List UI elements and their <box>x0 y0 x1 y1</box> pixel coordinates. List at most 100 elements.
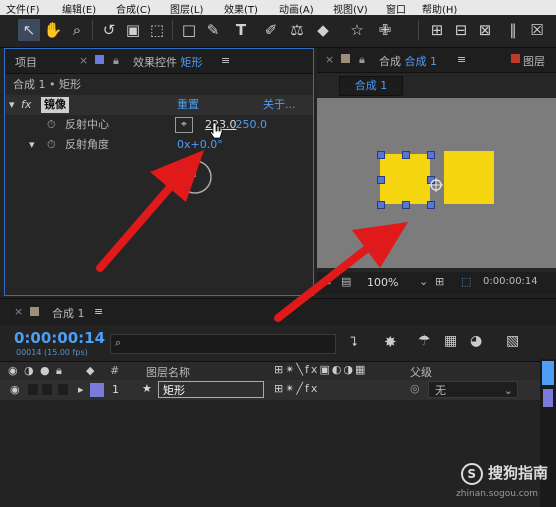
mask-visibility-icon[interactable]: ⬚ <box>461 275 471 288</box>
chevron-down-icon: ⌄ <box>503 384 513 397</box>
col-number: # <box>110 364 120 377</box>
audio-toggle[interactable] <box>28 384 38 395</box>
tab-project[interactable]: 项目 <box>15 54 37 70</box>
comp-subtab[interactable]: 合成 1 <box>339 76 403 96</box>
menu-view[interactable]: 视图(V) <box>333 1 368 16</box>
rectangle-icon[interactable]: □ <box>178 19 200 41</box>
menu-effect[interactable]: 效果(T) <box>224 1 258 16</box>
transform-handle[interactable] <box>377 151 385 159</box>
camera-icon[interactable]: ▣ <box>122 19 144 41</box>
menu-edit[interactable]: 编辑(E) <box>62 1 96 16</box>
menu-layer[interactable]: 图层(L) <box>170 1 203 16</box>
tab-effect-controls-label: 效果控件 <box>133 56 177 69</box>
transform-handle[interactable] <box>427 151 435 159</box>
parent-dropdown[interactable]: 无 ⌄ <box>428 381 518 398</box>
close-icon[interactable]: × <box>79 54 88 67</box>
close-icon[interactable]: × <box>14 305 23 318</box>
toolbar-divider <box>92 20 93 40</box>
panel-menu-icon[interactable]: ≡ <box>457 53 466 66</box>
pick-whip-icon[interactable]: ◎ <box>410 382 420 395</box>
property-label: 反射角度 <box>65 138 109 151</box>
layer-name-field[interactable]: 矩形 <box>158 381 264 398</box>
pan-behind-icon[interactable]: ⬚ <box>146 19 168 41</box>
snap-icon[interactable]: ∥ <box>502 19 524 41</box>
monitor-icon[interactable]: ▤ <box>341 275 351 288</box>
tab-composition[interactable]: 合成 合成 1 <box>379 53 437 69</box>
transform-handle[interactable] <box>377 201 385 209</box>
chevron-down-icon[interactable]: ⌄ <box>419 275 428 288</box>
always-preview-icon[interactable]: ▭ <box>321 275 331 288</box>
comp-flowchart-icon[interactable]: ⮧ <box>350 335 358 350</box>
panel-menu-icon[interactable]: ≡ <box>94 305 103 318</box>
zoom-icon[interactable]: ⌕ <box>66 19 88 41</box>
chevron-right-icon[interactable]: ▸ <box>78 383 84 396</box>
graph-editor-icon[interactable]: ▧ <box>506 333 519 349</box>
motion-blur-icon[interactable]: ◕ <box>470 333 482 349</box>
panel-menu-icon[interactable]: ≡ <box>221 54 230 67</box>
hide-shy-icon[interactable]: ☂ <box>418 333 431 349</box>
puppet-pin-icon[interactable]: ✙ <box>374 19 396 41</box>
timeline-timecode[interactable]: 0:00:00:14 <box>14 329 105 347</box>
menu-composition[interactable]: 合成(C) <box>116 1 151 16</box>
close-icon[interactable]: × <box>325 53 334 66</box>
axis-view-icon[interactable]: ⊠ <box>474 19 496 41</box>
stopwatch-icon[interactable]: ⏱︎ <box>47 115 56 135</box>
frame-blending-icon[interactable]: ▦ <box>444 333 457 349</box>
brush-icon[interactable]: ✐ <box>260 19 282 41</box>
crosshair-icon[interactable]: ⌖ <box>175 117 193 133</box>
layer-duration-bar[interactable] <box>543 389 553 407</box>
rotate-icon[interactable]: ↺ <box>98 19 120 41</box>
transform-handle[interactable] <box>377 176 385 184</box>
fx-icon[interactable]: fx <box>21 95 31 115</box>
reflection-center-y[interactable]: ,250.0 <box>232 115 267 135</box>
work-area-bar[interactable] <box>542 361 554 385</box>
menu-window[interactable]: 窗口 <box>386 1 406 16</box>
draft-3d-icon[interactable]: ✸ <box>384 333 397 351</box>
lock-toggle[interactable] <box>58 384 68 395</box>
yellow-rectangle-layer[interactable] <box>380 154 430 204</box>
selection-icon[interactable]: ↖ <box>18 19 40 41</box>
axis-local-icon[interactable]: ⊞ <box>426 19 448 41</box>
about-link[interactable]: 关于... <box>263 95 296 115</box>
eraser-icon[interactable]: ◆ <box>312 19 334 41</box>
layer-row[interactable]: ◉ ▸ 1 ★ 矩形 ⊞✴╱fx ◎ 无 ⌄ <box>0 380 540 400</box>
hand-icon[interactable]: ✋ <box>42 19 64 41</box>
chevron-down-icon[interactable]: ▾ <box>29 135 35 155</box>
label-color-chip[interactable] <box>90 383 104 397</box>
stopwatch-icon[interactable]: ⏱︎ <box>47 135 56 155</box>
chevron-down-icon[interactable]: ▾ <box>9 95 15 115</box>
eye-icon[interactable]: ◉ <box>10 383 20 396</box>
grid-icon[interactable]: ⊞ <box>435 275 444 288</box>
type-icon[interactable]: T <box>230 19 252 41</box>
transform-handle[interactable] <box>427 201 435 209</box>
angle-dial[interactable] <box>175 157 215 197</box>
transform-handle[interactable] <box>402 201 410 209</box>
property-row-reflection-angle: ▾ ⏱︎ 反射角度 0x+0.0° <box>5 135 313 155</box>
timeline-tab[interactable]: 合成 1 <box>52 305 85 321</box>
comp-timecode[interactable]: 0:00:00:14 <box>483 276 538 287</box>
solo-toggle[interactable] <box>42 384 52 395</box>
transform-handle[interactable] <box>402 151 410 159</box>
layer-search-input[interactable]: ⌕ <box>110 334 336 354</box>
menu-animation[interactable]: 动画(A) <box>279 1 314 16</box>
solo-icon: ● <box>40 364 50 377</box>
effect-name[interactable]: 镜像 <box>41 97 69 113</box>
pen-icon[interactable]: ✎ <box>202 19 224 41</box>
anchor-point-icon[interactable] <box>429 178 443 192</box>
lock-icon[interactable]: 🔒︎ <box>359 53 365 67</box>
menu-help[interactable]: 帮助(H) <box>422 1 457 16</box>
breadcrumb: 合成 1 • 矩形 <box>13 78 81 91</box>
lock-icon[interactable]: 🔒︎ <box>113 54 119 68</box>
tab-effect-controls[interactable]: 效果控件 矩形 <box>133 54 203 70</box>
snap-toggle-icon[interactable]: ☒ <box>526 19 548 41</box>
comp-viewer[interactable] <box>317 98 556 268</box>
menu-file[interactable]: 文件(F) <box>6 1 40 16</box>
clone-stamp-icon[interactable]: ⚖ <box>286 19 308 41</box>
roto-brush-icon[interactable]: ☆ <box>346 19 368 41</box>
reset-link[interactable]: 重置 <box>177 95 199 115</box>
zoom-dropdown[interactable]: 100% <box>367 276 398 289</box>
layer-switches[interactable]: ⊞✴╱fx <box>274 382 319 395</box>
switches-icon: ⊞✴╲fx▣◐◑▦ <box>274 363 368 376</box>
tab-layer[interactable]: 图层 <box>523 53 545 69</box>
axis-world-icon[interactable]: ⊟ <box>450 19 472 41</box>
